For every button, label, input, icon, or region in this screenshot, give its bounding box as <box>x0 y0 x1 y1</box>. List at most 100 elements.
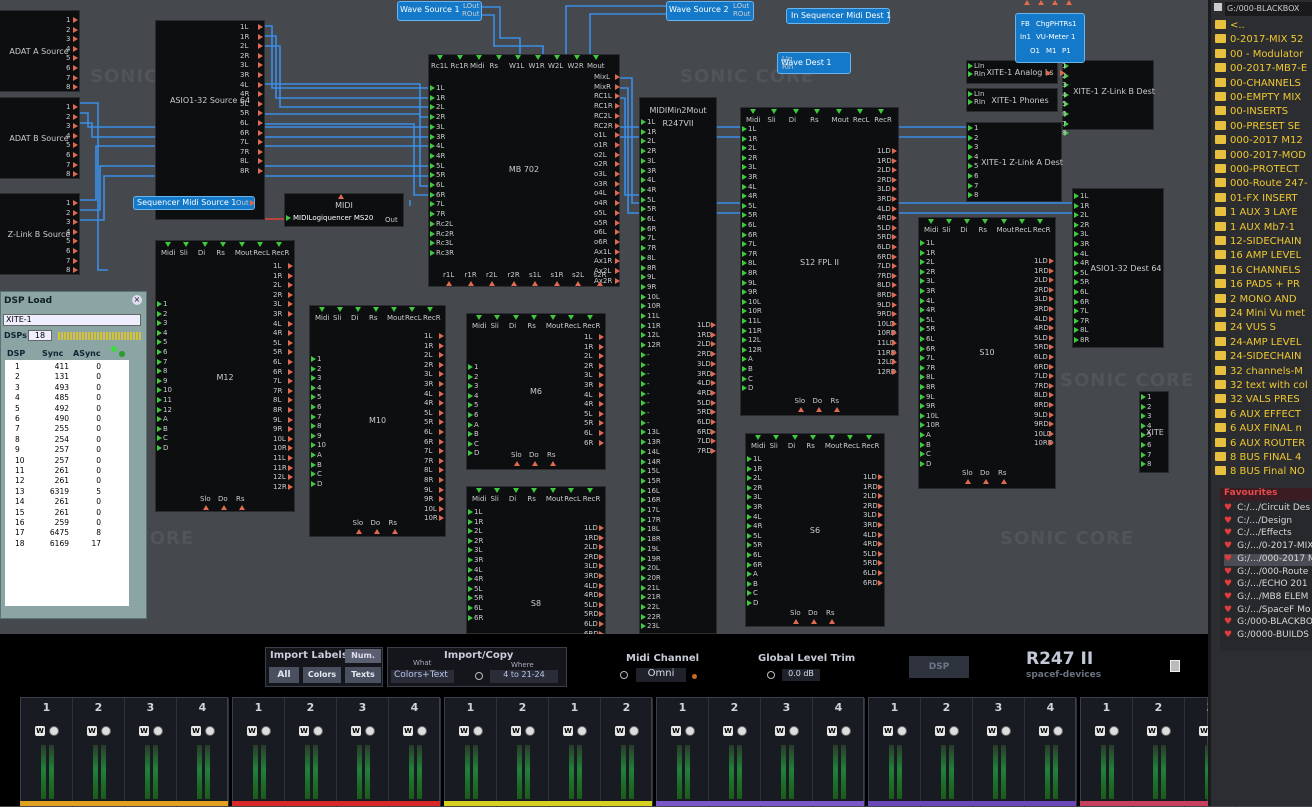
output-port-icon[interactable] <box>258 139 263 146</box>
output-port-icon[interactable] <box>1049 363 1054 370</box>
input-port-icon[interactable] <box>750 109 756 114</box>
output-port-icon[interactable] <box>833 407 840 412</box>
output-port-icon[interactable] <box>73 228 78 235</box>
output-port-icon[interactable] <box>892 292 897 298</box>
folder-item[interactable]: 00-PRESET SE <box>1215 120 1300 135</box>
output-port-icon[interactable] <box>1049 411 1054 418</box>
input-port-icon[interactable] <box>920 393 925 400</box>
output-port-icon[interactable] <box>467 281 474 286</box>
output-port-icon[interactable] <box>711 380 716 387</box>
input-port-icon[interactable] <box>641 283 646 290</box>
output-port-icon[interactable] <box>599 430 604 436</box>
input-port-icon[interactable] <box>641 623 646 630</box>
output-port-icon[interactable] <box>73 17 78 23</box>
input-port-icon[interactable] <box>968 163 973 170</box>
input-port-icon[interactable] <box>920 422 925 429</box>
input-port-icon[interactable] <box>495 55 502 60</box>
output-port-icon[interactable] <box>878 512 883 519</box>
output-port-icon[interactable] <box>258 120 263 126</box>
input-port-icon[interactable] <box>641 371 646 378</box>
input-port-icon[interactable] <box>1074 231 1079 238</box>
input-port-icon[interactable] <box>641 235 646 242</box>
output-port-icon[interactable] <box>258 24 263 30</box>
output-port-icon[interactable] <box>73 84 78 91</box>
channel-knob-icon[interactable] <box>1001 726 1011 736</box>
folder-item[interactable]: 01-FX INSERT <box>1215 192 1298 207</box>
output-port-icon[interactable] <box>73 123 78 130</box>
folder-item[interactable]: 6 AUX EFFECT <box>1215 408 1301 423</box>
output-port-icon[interactable] <box>878 560 883 567</box>
output-port-icon[interactable] <box>575 281 581 286</box>
output-port-icon[interactable] <box>288 435 293 442</box>
output-port-icon[interactable] <box>1049 306 1054 312</box>
output-port-icon[interactable] <box>711 399 716 406</box>
input-port-icon[interactable] <box>1074 308 1079 315</box>
output-port-icon[interactable] <box>258 100 263 107</box>
input-port-icon[interactable] <box>920 403 925 410</box>
output-port-icon[interactable] <box>711 448 716 455</box>
folder-item[interactable]: 16 PADS + PR <box>1215 279 1300 293</box>
input-port-icon[interactable] <box>747 580 752 587</box>
input-port-icon[interactable] <box>920 297 925 304</box>
input-port-icon[interactable] <box>747 532 752 539</box>
input-port-icon[interactable] <box>468 450 473 457</box>
what-select[interactable]: Colors+Text <box>391 670 454 683</box>
input-port-icon[interactable] <box>531 315 538 320</box>
output-port-icon[interactable] <box>1049 344 1054 351</box>
folder-item[interactable]: 16 AMP LEVEL <box>1215 250 1301 264</box>
module-asio-source[interactable]: ASIO1-32 Source 64 <box>155 20 265 220</box>
write-button[interactable]: W <box>723 726 733 736</box>
input-port-icon[interactable] <box>1074 250 1079 257</box>
input-port-icon[interactable] <box>554 55 560 60</box>
wire[interactable] <box>263 25 430 89</box>
output-port-icon[interactable] <box>892 224 897 231</box>
output-port-icon[interactable] <box>439 438 444 445</box>
input-port-icon[interactable] <box>157 329 162 336</box>
output-port-icon[interactable] <box>439 496 444 503</box>
output-port-icon[interactable] <box>599 592 604 599</box>
input-port-icon[interactable] <box>1141 432 1146 439</box>
input-port-icon[interactable] <box>1074 298 1079 305</box>
output-port-icon[interactable] <box>892 205 897 212</box>
favourite-item[interactable]: ♥ G:/.../000-2017 M <box>1224 553 1312 566</box>
input-port-icon[interactable] <box>742 126 747 132</box>
output-port-icon[interactable] <box>73 267 78 274</box>
output-port-icon[interactable] <box>288 359 293 365</box>
folder-item[interactable]: 24-SIDECHAIN <box>1215 351 1301 365</box>
close-icon[interactable]: × <box>132 295 142 305</box>
input-port-icon[interactable] <box>641 429 646 436</box>
input-port-icon[interactable] <box>742 366 747 372</box>
input-port-icon[interactable] <box>791 435 798 440</box>
write-button[interactable]: W <box>563 726 573 736</box>
output-port-icon[interactable] <box>878 483 883 490</box>
output-port-icon[interactable] <box>288 291 293 298</box>
input-port-icon[interactable] <box>641 497 646 504</box>
input-port-icon[interactable] <box>468 373 473 380</box>
output-port-icon[interactable] <box>288 282 293 289</box>
output-port-icon[interactable] <box>258 43 263 50</box>
output-port-icon[interactable] <box>439 477 444 483</box>
input-port-icon[interactable] <box>747 484 752 491</box>
output-port-icon[interactable] <box>599 544 604 551</box>
input-port-icon[interactable] <box>456 55 463 60</box>
input-port-icon[interactable] <box>437 55 443 60</box>
input-port-icon[interactable] <box>157 397 162 403</box>
folder-item[interactable]: 00 - Modulator <box>1215 48 1303 63</box>
output-port-icon[interactable] <box>73 142 78 149</box>
input-port-icon[interactable] <box>747 504 752 510</box>
input-port-icon[interactable] <box>549 315 556 320</box>
output-port-icon[interactable] <box>73 36 78 43</box>
channel-knob-icon[interactable] <box>577 726 587 736</box>
input-port-icon[interactable] <box>494 315 501 320</box>
input-port-icon[interactable] <box>920 249 925 256</box>
input-port-icon[interactable] <box>1000 219 1007 224</box>
output-port-icon[interactable] <box>439 409 444 416</box>
input-port-icon[interactable] <box>747 552 752 558</box>
input-port-icon[interactable] <box>311 413 316 420</box>
input-port-icon[interactable] <box>391 307 397 312</box>
input-port-icon[interactable] <box>835 109 842 114</box>
input-port-icon[interactable] <box>1036 219 1043 224</box>
input-port-icon[interactable] <box>847 435 854 440</box>
input-port-icon[interactable] <box>531 488 538 493</box>
input-port-icon[interactable] <box>641 604 646 610</box>
